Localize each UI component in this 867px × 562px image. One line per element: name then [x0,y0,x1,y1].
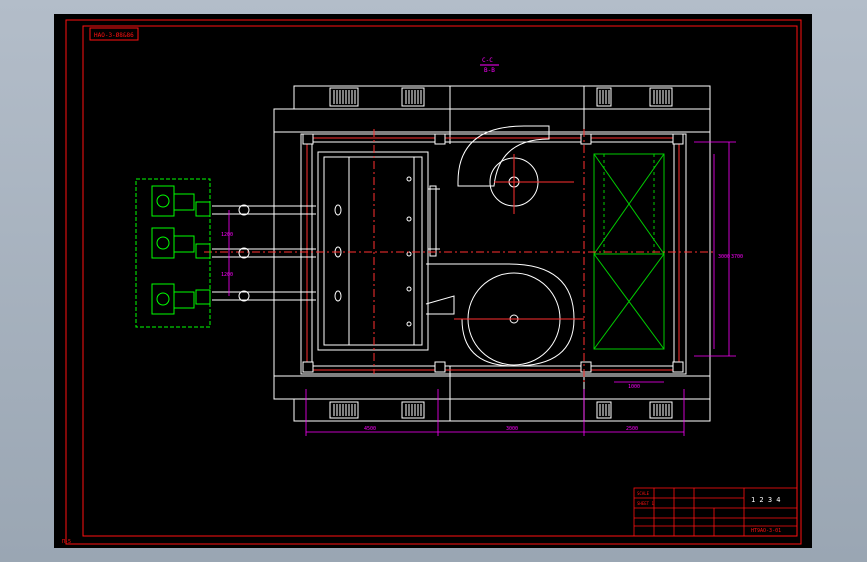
section-label-top: C-C [482,57,493,64]
dim-right-outer: 3700 [731,254,743,260]
stamp-text: HAO-3-Ø8&86 [94,32,134,39]
section-label-bottom: B-B [484,67,495,74]
title-small-line-2: SHEET 1 [637,501,654,506]
dim-right-inner: 3000 [718,254,730,260]
title-small-line-1: SCALE [637,491,650,496]
dim-bottom-mid: 3000 [506,426,518,432]
corner-mark: Π-5 [62,539,71,545]
pipes [212,204,316,302]
title-logo-text: 1 2 3 4 [751,496,781,504]
dim-left-lower: 1200 [221,272,233,278]
dim-bottom-left: 4500 [364,426,376,432]
lower-fan [425,263,584,367]
title-drawing-no: HT9AO-3-01 [751,528,781,534]
cad-drawing: HAO-3-Ø8&86 C-C B-B Π-5 4500 3000 2500 3… [62,19,802,545]
drawing-outer-frame [65,19,802,545]
dim-bottom-right: 2500 [626,426,638,432]
drawing-inner-frame [82,25,798,537]
pump-motors [135,178,211,328]
dim-small-right: 1000 [628,384,640,390]
cad-viewport[interactable]: HAO-3-Ø8&86 C-C B-B Π-5 4500 3000 2500 3… [54,14,812,548]
dim-left-upper: 1200 [221,232,233,238]
upper-fan [457,125,574,214]
tank-room [317,151,440,351]
